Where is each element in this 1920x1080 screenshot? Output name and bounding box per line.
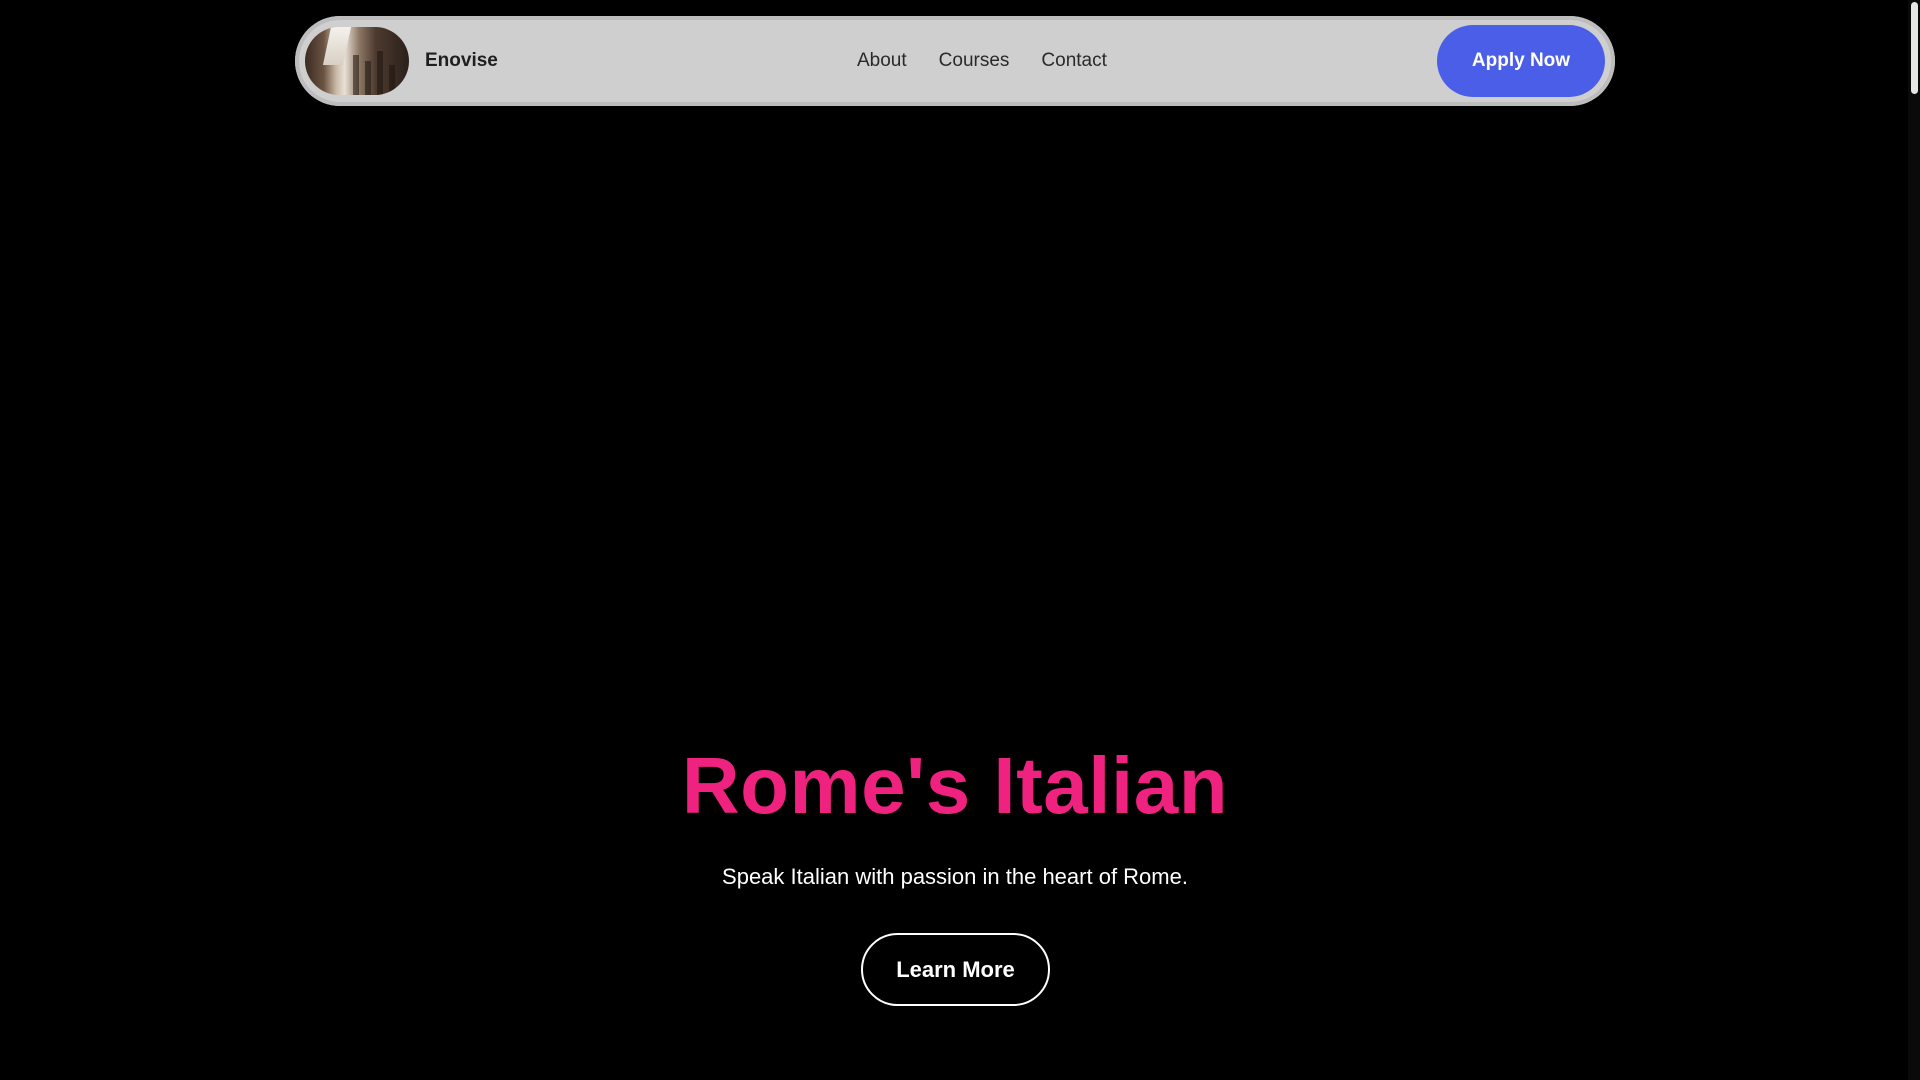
logo-building [377, 51, 383, 95]
nav-links: About Courses Contact [857, 16, 1107, 106]
logo-sky [322, 27, 352, 65]
scrollbar-track[interactable] [1908, 0, 1920, 1080]
logo-building [389, 65, 395, 95]
logo-building [353, 55, 359, 95]
nav-link-about[interactable]: About [857, 50, 907, 72]
scrollbar-thumb[interactable] [1911, 2, 1918, 94]
brand[interactable]: Enovise [305, 27, 498, 95]
apply-now-button[interactable]: Apply Now [1437, 25, 1605, 97]
logo-building [365, 61, 371, 95]
nav-link-courses[interactable]: Courses [939, 50, 1010, 72]
hero-subtitle: Speak Italian with passion in the heart … [722, 864, 1188, 889]
logo-image[interactable] [305, 27, 409, 95]
learn-more-button[interactable]: Learn More [861, 933, 1050, 1006]
hero-title: Rome's Italian [681, 741, 1229, 830]
nav-link-contact[interactable]: Contact [1041, 50, 1106, 72]
page: Enovise About Courses Contact Apply Now … [0, 0, 1920, 1080]
brand-name[interactable]: Enovise [425, 50, 498, 72]
navbar: Enovise About Courses Contact Apply Now [295, 16, 1615, 106]
